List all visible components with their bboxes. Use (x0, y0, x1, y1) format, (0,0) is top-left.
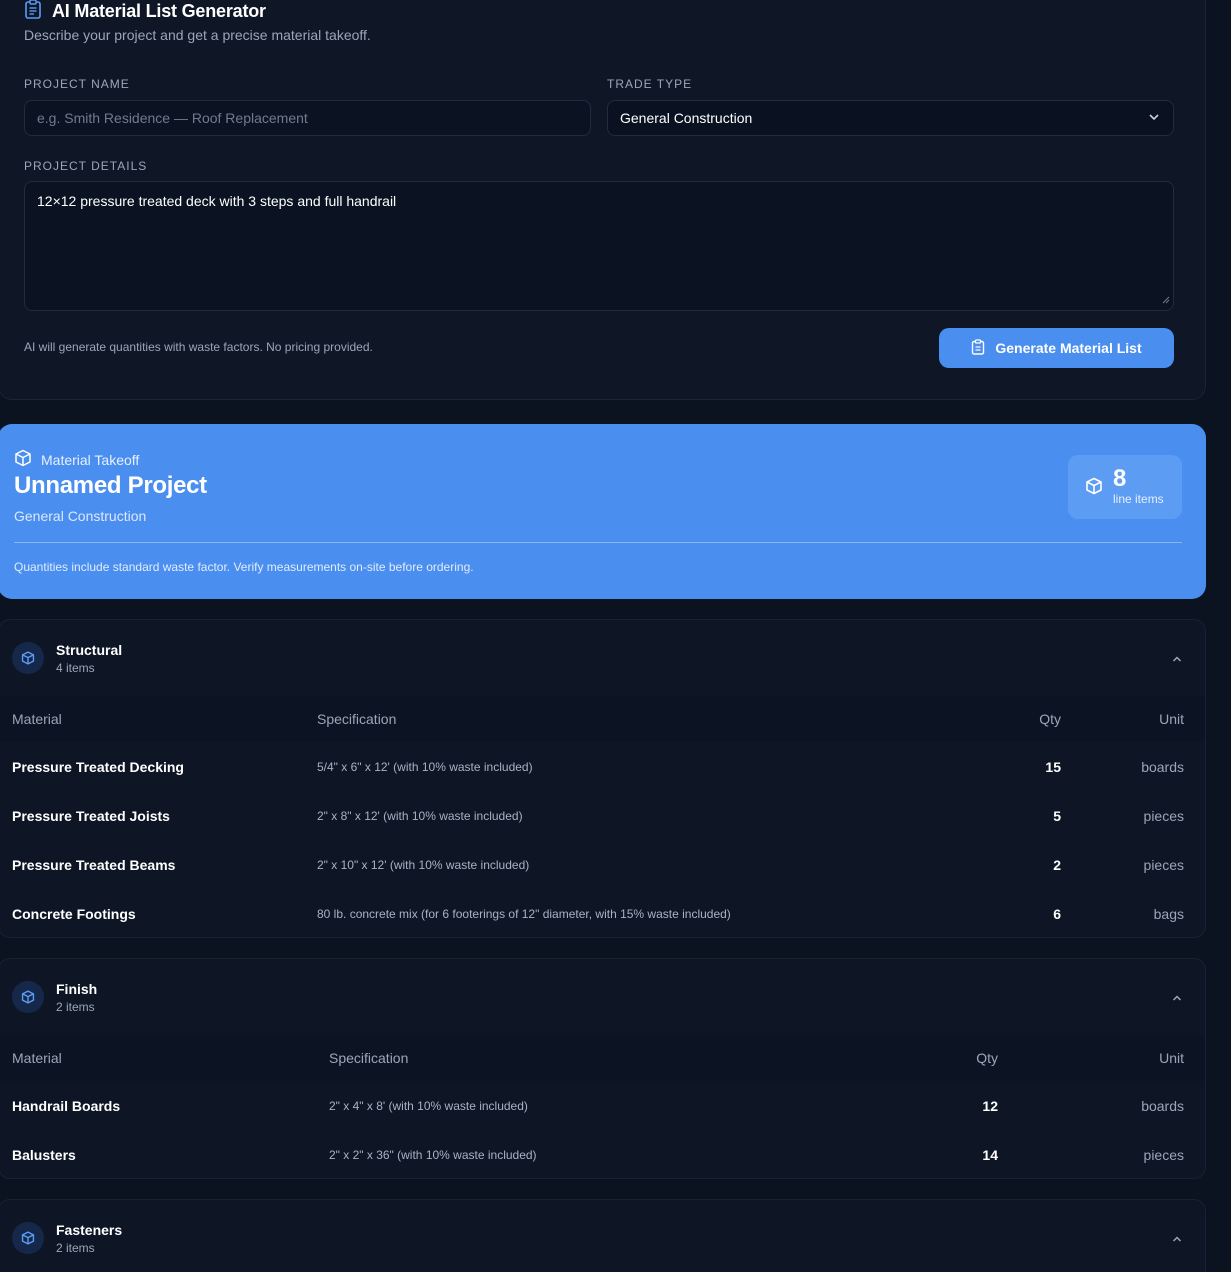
category-fasteners: Fasteners 2 items (0, 1199, 1206, 1272)
table-row: Pressure Treated Joists 2" x 8" x 12' (w… (0, 791, 1205, 840)
material-name: Pressure Treated Beams (12, 856, 176, 873)
column-unit: Unit (1159, 1050, 1184, 1066)
column-qty: Qty (976, 1050, 998, 1066)
generator-title-row: AI Material List Generator (24, 0, 266, 24)
takeoff-summary-card: Material Takeoff Unnamed Project General… (0, 424, 1206, 599)
generate-button-label: Generate Material List (995, 340, 1142, 356)
material-qty: 12 (982, 1097, 998, 1114)
material-name: Balusters (12, 1146, 76, 1163)
takeoff-project-title: Unnamed Project (14, 472, 207, 499)
column-specification: Specification (329, 1050, 409, 1066)
column-material: Material (12, 711, 62, 727)
trade-type-label: TRADE TYPE (607, 77, 693, 91)
material-name: Pressure Treated Decking (12, 758, 184, 775)
material-spec: 2" x 4" x 8' (with 10% waste included) (329, 1098, 528, 1113)
trade-type-value: General Construction (620, 110, 753, 126)
package-icon (12, 981, 44, 1013)
material-qty: 15 (1045, 758, 1061, 775)
material-spec: 2" x 8" x 12' (with 10% waste included) (317, 808, 523, 823)
chevron-up-icon[interactable] (1171, 652, 1183, 670)
chevron-up-icon[interactable] (1171, 991, 1183, 1009)
takeoff-divider (14, 542, 1182, 543)
material-name: Pressure Treated Joists (12, 807, 170, 824)
project-details-textarea[interactable]: 12×12 pressure treated deck with 3 steps… (24, 181, 1174, 311)
category-count: 4 items (56, 661, 95, 675)
package-icon (12, 1222, 44, 1254)
generator-card: AI Material List Generator Describe your… (0, 0, 1206, 400)
material-unit: boards (1141, 758, 1184, 775)
category-header[interactable]: Finish 2 items (0, 959, 1205, 1035)
generator-subtitle: Describe your project and get a precise … (24, 27, 371, 43)
line-items-badge: 8 line items (1068, 455, 1182, 519)
chevron-up-icon[interactable] (1171, 1232, 1183, 1250)
category-header[interactable]: Fasteners 2 items (0, 1200, 1205, 1272)
category-name: Finish (56, 981, 98, 997)
takeoff-label: Material Takeoff (41, 451, 140, 468)
table-header: Material Specification Qty Unit (0, 1035, 1205, 1081)
material-qty: 6 (1053, 905, 1061, 922)
column-qty: Qty (1039, 711, 1061, 727)
generate-material-list-button[interactable]: Generate Material List (939, 328, 1174, 368)
material-unit: pieces (1143, 807, 1184, 824)
material-name: Handrail Boards (12, 1097, 121, 1114)
package-icon (12, 642, 44, 674)
project-details-value: 12×12 pressure treated deck with 3 steps… (37, 193, 397, 209)
clipboard-icon (971, 338, 985, 358)
material-unit: pieces (1143, 1146, 1184, 1163)
table-row: Concrete Footings 80 lb. concrete mix (f… (0, 889, 1205, 937)
category-finish: Finish 2 items Material Specification Qt… (0, 958, 1206, 1179)
line-items-label: line items (1113, 492, 1164, 506)
table-row: Pressure Treated Decking 5/4" x 6" x 12'… (0, 742, 1205, 791)
takeoff-label-row: Material Takeoff (14, 449, 139, 470)
category-count: 2 items (56, 1000, 95, 1014)
table-row: Handrail Boards 2" x 4" x 8' (with 10% w… (0, 1081, 1205, 1130)
material-spec: 2" x 2" x 36" (with 10% waste included) (329, 1147, 537, 1162)
material-spec: 80 lb. concrete mix (for 6 footerings of… (317, 906, 731, 921)
column-unit: Unit (1159, 711, 1184, 727)
material-spec: 5/4" x 6" x 12' (with 10% waste included… (317, 759, 533, 774)
material-spec: 2" x 10" x 12' (with 10% waste included) (317, 857, 530, 872)
category-structural: Structural 4 items Material Specificatio… (0, 619, 1206, 938)
material-unit: bags (1153, 905, 1184, 922)
table-row: Pressure Treated Beams 2" x 10" x 12' (w… (0, 840, 1205, 889)
category-header[interactable]: Structural 4 items (0, 620, 1205, 696)
generator-hint: AI will generate quantities with waste f… (24, 340, 373, 354)
package-icon (14, 449, 32, 470)
clipboard-icon (24, 0, 42, 24)
project-name-placeholder: e.g. Smith Residence — Roof Replacement (37, 110, 308, 126)
column-specification: Specification (317, 711, 397, 727)
resize-handle-icon[interactable] (1162, 291, 1170, 307)
material-name: Concrete Footings (12, 905, 136, 922)
material-qty: 5 (1053, 807, 1061, 824)
category-name: Structural (56, 642, 123, 658)
table-header: Material Specification Qty Unit (0, 696, 1205, 742)
takeoff-note: Quantities include standard waste factor… (14, 560, 474, 574)
project-name-input[interactable]: e.g. Smith Residence — Roof Replacement (24, 100, 591, 136)
material-qty: 2 (1053, 856, 1061, 873)
chevron-down-icon (1147, 110, 1161, 127)
material-qty: 14 (982, 1146, 998, 1163)
generator-title: AI Material List Generator (52, 1, 266, 21)
line-items-count: 8 (1113, 465, 1127, 492)
table-row: Balusters 2" x 2" x 36" (with 10% waste … (0, 1130, 1205, 1178)
material-unit: pieces (1143, 856, 1184, 873)
takeoff-trade: General Construction (14, 508, 147, 524)
project-name-label: PROJECT NAME (24, 77, 130, 91)
trade-type-select[interactable]: General Construction (607, 100, 1174, 136)
material-unit: boards (1141, 1097, 1184, 1114)
category-count: 2 items (56, 1241, 95, 1255)
project-details-label: PROJECT DETAILS (24, 159, 148, 173)
category-name: Fasteners (56, 1222, 123, 1238)
column-material: Material (12, 1050, 62, 1066)
package-icon (1085, 477, 1103, 500)
